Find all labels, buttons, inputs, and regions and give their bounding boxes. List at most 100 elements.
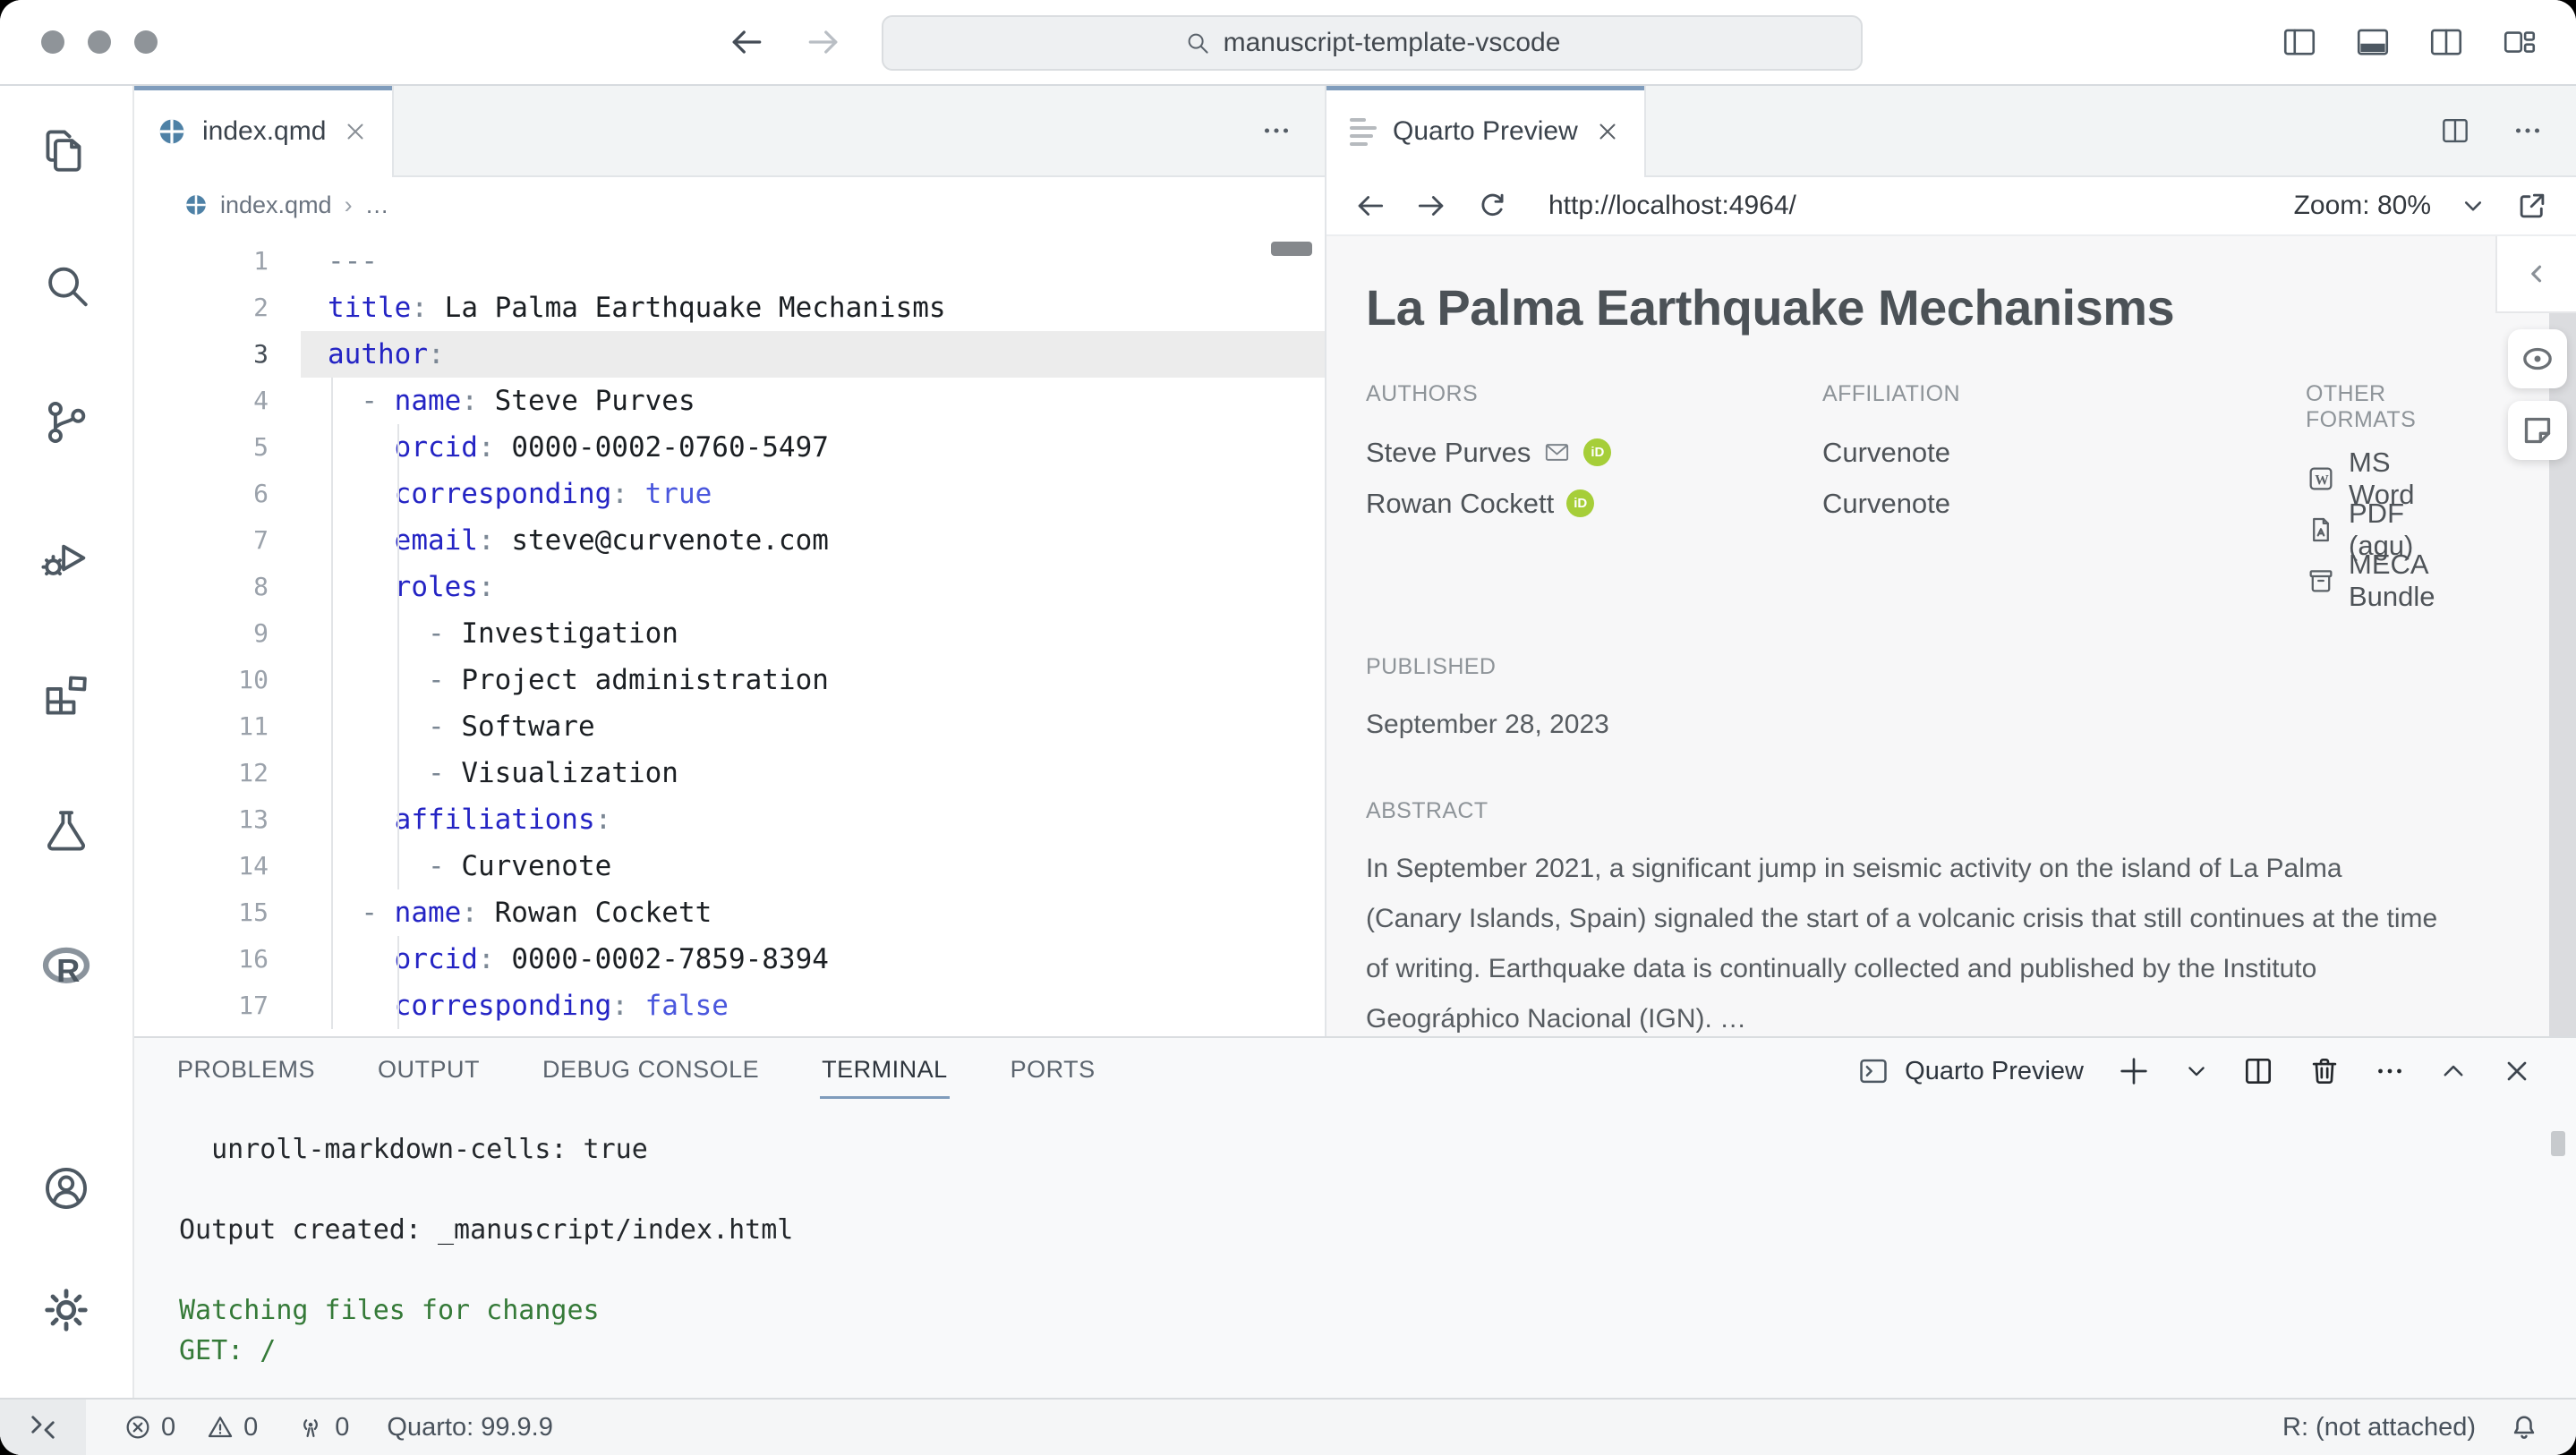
split-terminal-icon[interactable] [2241, 1054, 2275, 1088]
line-number: 15 [134, 889, 301, 936]
back-arrow-icon[interactable] [727, 22, 766, 62]
code-line[interactable]: 14 - Curvenote [134, 843, 1325, 889]
note-button[interactable] [2508, 401, 2567, 460]
plus-icon[interactable] [2116, 1053, 2152, 1089]
close-icon[interactable] [342, 118, 369, 145]
terminal-line: unroll-markdown-cells: true [179, 1129, 2576, 1170]
r-lang-icon[interactable]: R [39, 940, 93, 993]
more-actions-icon[interactable] [2512, 115, 2544, 147]
minimize-window-button[interactable] [88, 30, 111, 54]
line-number: 10 [134, 657, 301, 703]
search-icon[interactable] [39, 260, 93, 313]
traffic-lights [41, 0, 158, 84]
panel-tab-debug-console[interactable]: DEBUG CONSOLE [541, 1043, 761, 1099]
code-line[interactable]: 8 roles: [134, 564, 1325, 610]
collapse-panel-button[interactable] [2495, 236, 2576, 313]
forward-arrow-icon[interactable] [1414, 189, 1448, 223]
terminal-instance[interactable]: Quarto Preview [1856, 1054, 2084, 1088]
zoom-level[interactable]: Zoom: 80% [2294, 191, 2431, 221]
layout-panel-icon[interactable] [2354, 23, 2392, 61]
panel-tab-ports[interactable]: PORTS [1009, 1043, 1097, 1099]
close-icon[interactable] [1594, 118, 1621, 145]
code-editor[interactable]: 1---2title: La Palma Earthquake Mechanis… [134, 233, 1325, 1036]
tab-label: index.qmd [202, 116, 326, 147]
more-actions-icon[interactable] [1260, 115, 1292, 147]
settings-gear-icon[interactable] [39, 1283, 93, 1337]
code-line[interactable]: 17 corresponding: false [134, 983, 1325, 1029]
chevron-down-icon[interactable] [2184, 1059, 2209, 1084]
zoom-window-button[interactable] [134, 30, 158, 54]
code-line[interactable]: 6 corresponding: true [134, 471, 1325, 517]
code-line[interactable]: 12 - Visualization [134, 750, 1325, 796]
panel-tab-output[interactable]: OUTPUT [376, 1043, 482, 1099]
terminal-scrollbar[interactable] [2551, 1131, 2565, 1156]
close-icon[interactable] [2501, 1055, 2533, 1087]
testing-icon[interactable] [39, 804, 93, 857]
panel-tab-problems[interactable]: PROBLEMS [175, 1043, 317, 1099]
problems-status[interactable]: 0 0 [124, 1413, 258, 1442]
breadcrumb[interactable]: index.qmd › … [134, 177, 1325, 233]
layout-split-icon[interactable] [2427, 23, 2465, 61]
mail-icon[interactable] [1543, 438, 1571, 466]
code-line[interactable]: 13 affiliations: [134, 796, 1325, 843]
extensions-icon[interactable] [39, 668, 93, 721]
editor-scrollbar[interactable] [1271, 242, 1312, 256]
explorer-icon[interactable] [39, 123, 93, 177]
chevron-up-icon[interactable] [2438, 1056, 2469, 1086]
code-line[interactable]: 16 orcid: 0000-0002-7859-8394 [134, 936, 1325, 983]
format-link[interactable]: PDF (agu) [2306, 504, 2442, 555]
code-line[interactable]: 1--- [134, 238, 1325, 285]
quarto-version[interactable]: Quarto: 99.9.9 [387, 1413, 552, 1442]
orcid-icon[interactable]: iD [1566, 489, 1594, 517]
code-line[interactable]: 11 - Software [134, 703, 1325, 750]
close-window-button[interactable] [41, 30, 64, 54]
source-control-icon[interactable] [39, 396, 93, 449]
orcid-icon[interactable]: iD [1583, 438, 1611, 466]
code-line[interactable]: 7 email: steve@curvenote.com [134, 517, 1325, 564]
tab-quarto-preview[interactable]: Quarto Preview [1326, 86, 1646, 177]
back-arrow-icon[interactable] [1353, 189, 1387, 223]
terminal-icon [1856, 1054, 1890, 1088]
r-status[interactable]: R: (not attached) [2282, 1413, 2476, 1442]
layout-sidebar-left-icon[interactable] [2281, 23, 2318, 61]
format-link[interactable]: MECA Bundle [2306, 555, 2442, 606]
indent-guide [331, 843, 333, 889]
account-icon[interactable] [39, 1161, 93, 1215]
remote-indicator[interactable] [0, 1400, 86, 1455]
error-icon [124, 1413, 152, 1442]
quarto-icon [158, 117, 186, 146]
external-link-icon[interactable] [2515, 189, 2549, 223]
code-line[interactable]: 3author: [134, 331, 1325, 378]
panel-tab-terminal[interactable]: TERMINAL [820, 1043, 950, 1099]
tab-index-qmd[interactable]: index.qmd [134, 86, 394, 177]
code-line[interactable]: 9 - Investigation [134, 610, 1325, 657]
code-line[interactable]: 4 - name: Steve Purves [134, 378, 1325, 424]
preview-content: La Palma Earthquake Mechanisms AUTHORS S… [1326, 236, 2576, 1036]
formats-list: WMS WordPDF (agu)MECA Bundle [2306, 453, 2442, 606]
url-field[interactable]: http://localhost:4964/ [1548, 191, 2267, 221]
breadcrumb-more[interactable]: … [365, 191, 389, 219]
forward-arrow-icon[interactable] [804, 22, 843, 62]
code-line[interactable]: 15 - name: Rowan Cockett [134, 889, 1325, 936]
chevron-down-icon[interactable] [2458, 191, 2488, 221]
trash-icon[interactable] [2307, 1054, 2341, 1088]
code-line[interactable]: 2title: La Palma Earthquake Mechanisms [134, 285, 1325, 331]
refresh-icon[interactable] [1475, 189, 1509, 223]
other-formats-label: OTHER FORMATS [2306, 381, 2442, 433]
layout-customize-icon[interactable] [2501, 23, 2538, 61]
svg-text:W: W [2315, 472, 2329, 488]
line-number: 2 [134, 285, 301, 331]
terminal-output[interactable]: unroll-markdown-cells: true Output creat… [134, 1104, 2576, 1398]
indent-guide [331, 796, 333, 843]
breadcrumb-file[interactable]: index.qmd [220, 191, 332, 219]
ports-status[interactable]: 0 [295, 1412, 349, 1442]
code-line[interactable]: 10 - Project administration [134, 657, 1325, 703]
split-editor-icon[interactable] [2438, 114, 2472, 148]
more-actions-icon[interactable] [2374, 1055, 2406, 1087]
eye-button[interactable] [2508, 329, 2567, 388]
bell-icon[interactable] [2508, 1411, 2540, 1443]
code-line[interactable]: 5 orcid: 0000-0002-0760-5497 [134, 424, 1325, 471]
run-debug-icon[interactable] [39, 532, 93, 585]
format-link[interactable]: WMS Word [2306, 453, 2442, 504]
command-center-search[interactable]: manuscript-template-vscode [882, 15, 1863, 71]
